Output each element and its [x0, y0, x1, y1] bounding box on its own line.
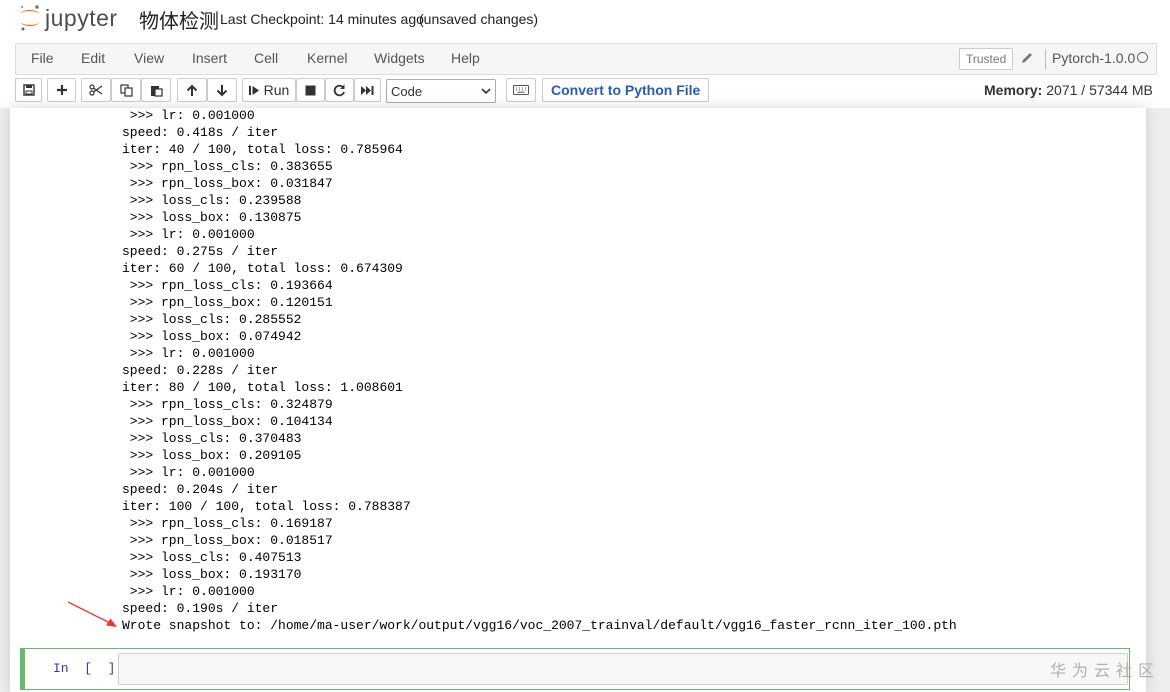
checkpoint-status: Last Checkpoint: 14 minutes ago — [220, 11, 424, 27]
menu-widgets[interactable]: Widgets — [374, 50, 425, 66]
memory-label: Memory: — [984, 82, 1043, 98]
annotation-arrow-icon — [67, 601, 117, 627]
output-line: speed: 0.275s / iter — [122, 244, 279, 259]
output-line: >>> lr: 0.001000 — [122, 584, 255, 599]
insert-cell-button[interactable] — [47, 78, 76, 102]
interrupt-button[interactable] — [296, 78, 325, 102]
move-down-button[interactable] — [207, 78, 237, 102]
cut-button[interactable] — [81, 78, 111, 102]
run-icon — [248, 85, 259, 95]
input-prompt: In [ ]: — [53, 661, 124, 676]
cell-type-value: Code — [391, 84, 423, 99]
memory-usage: Memory: 2071 / 57344 MB — [984, 82, 1153, 98]
notebook-container: >>> lr: 0.001000 speed: 0.418s / iter iter… — [10, 108, 1146, 692]
output-line: >>> rpn_loss_cls: 0.169187 — [122, 516, 333, 531]
paste-button[interactable] — [141, 78, 171, 102]
stop-icon — [305, 85, 316, 95]
move-up-button[interactable] — [177, 78, 207, 102]
output-line: >>> rpn_loss_box: 0.031847 — [122, 176, 333, 191]
cell-output: >>> lr: 0.001000 speed: 0.418s / iter iter… — [122, 108, 957, 634]
command-palette-button[interactable] — [506, 78, 536, 102]
menu-insert[interactable]: Insert — [192, 50, 227, 66]
output-line: >>> rpn_loss_cls: 0.324879 — [122, 397, 333, 412]
trusted-indicator[interactable]: Trusted — [959, 48, 1014, 70]
output-line: >>> rpn_loss_cls: 0.383655 — [122, 159, 333, 174]
paste-icon — [150, 85, 163, 97]
output-line: >>> rpn_loss_box: 0.120151 — [122, 295, 333, 310]
notebook-title[interactable]: 物体检测 — [139, 5, 219, 34]
code-input[interactable] — [118, 653, 1128, 685]
output-line: >>> rpn_loss_box: 0.104134 — [122, 414, 333, 429]
output-line: iter: 80 / 100, total loss: 1.008601 — [122, 380, 403, 395]
menu-help[interactable]: Help — [451, 50, 480, 66]
output-line: >>> loss_cls: 0.285552 — [122, 312, 302, 327]
chevron-down-icon — [481, 88, 491, 95]
output-line: >>> lr: 0.001000 — [122, 227, 255, 242]
copy-icon — [119, 83, 133, 97]
jupyter-logo[interactable]: jupyter — [17, 3, 125, 33]
restart-button[interactable] — [325, 78, 354, 102]
input-cell[interactable]: In [ ]: — [20, 648, 1130, 690]
run-all-button[interactable] — [354, 78, 381, 102]
memory-value: 2071 / 57344 MB — [1046, 82, 1153, 98]
output-line: >>> loss_box: 0.074942 — [122, 329, 302, 344]
copy-button[interactable] — [111, 78, 141, 102]
output-line: >>> loss_box: 0.209105 — [122, 448, 302, 463]
output-line: speed: 0.204s / iter — [122, 482, 279, 497]
jupyter-logo-icon — [20, 5, 40, 31]
output-line: >>> rpn_loss_cls: 0.193664 — [122, 278, 333, 293]
plus-icon — [56, 85, 67, 95]
autosave-status: (unsaved changes) — [419, 11, 539, 27]
output-line: >>> lr: 0.001000 — [122, 346, 255, 361]
notebook-header: jupyter 物体检测 Last Checkpoint: 14 minutes… — [0, 0, 1170, 108]
logo-text: jupyter — [45, 5, 118, 31]
output-line: speed: 0.418s / iter — [122, 125, 279, 140]
output-line: iter: 40 / 100, total loss: 0.785964 — [122, 142, 403, 157]
scissors-icon — [89, 84, 103, 96]
keyboard-icon — [513, 85, 529, 95]
convert-to-python-button[interactable]: Convert to Python File — [542, 78, 710, 102]
menubar: File Edit View Insert Cell Kernel Widget… — [15, 43, 1157, 75]
run-button[interactable]: Run — [242, 78, 296, 102]
menu-file[interactable]: File — [31, 50, 54, 66]
menu-kernel[interactable]: Kernel — [307, 50, 347, 66]
output-line: >>> loss_cls: 0.370483 — [122, 431, 302, 446]
restart-icon — [333, 84, 345, 96]
cell-type-select[interactable]: Code — [386, 79, 496, 103]
arrow-up-icon — [186, 84, 198, 96]
output-line: speed: 0.190s / iter — [122, 601, 279, 616]
output-line: Wrote snapshot to: /home/ma-user/work/ou… — [122, 618, 957, 633]
output-line: >>> lr: 0.001000 — [122, 108, 255, 123]
save-button[interactable] — [15, 78, 42, 102]
arrow-down-icon — [216, 84, 228, 96]
output-line: >>> loss_box: 0.130875 — [122, 210, 302, 225]
pencil-icon[interactable] — [1019, 50, 1035, 66]
menu-view[interactable]: View — [134, 50, 164, 66]
fast-forward-icon — [361, 85, 374, 95]
kernel-name[interactable]: Pytorch-1.0.0 — [1052, 50, 1135, 66]
output-line: >>> loss_box: 0.193170 — [122, 567, 302, 582]
output-line: iter: 100 / 100, total loss: 0.788387 — [122, 499, 411, 514]
output-line: >>> loss_cls: 0.239588 — [122, 193, 302, 208]
output-line: >>> lr: 0.001000 — [122, 465, 255, 480]
output-line: speed: 0.228s / iter — [122, 363, 279, 378]
output-line: >>> rpn_loss_box: 0.018517 — [122, 533, 333, 548]
kernel-idle-icon — [1137, 52, 1148, 63]
menu-cell[interactable]: Cell — [254, 50, 278, 66]
output-line: >>> loss_cls: 0.407513 — [122, 550, 302, 565]
watermark: 华为云社区 — [1050, 663, 1161, 680]
save-icon — [22, 84, 35, 96]
kernel-divider — [1045, 49, 1046, 69]
output-line: iter: 60 / 100, total loss: 0.674309 — [122, 261, 403, 276]
run-label: Run — [263, 82, 290, 98]
menu-edit[interactable]: Edit — [81, 50, 105, 66]
